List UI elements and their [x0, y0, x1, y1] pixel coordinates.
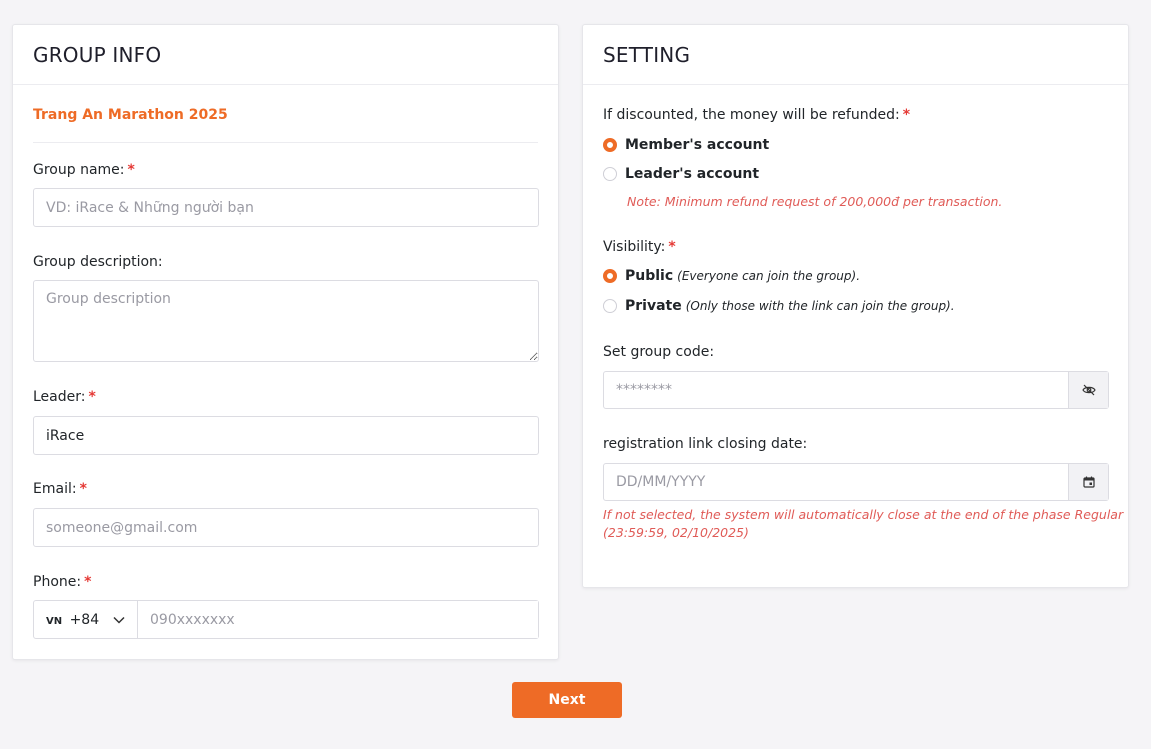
group-name-label: Group name: * — [33, 162, 135, 178]
closing-date-note-line1: If not selected, the system will automat… — [603, 507, 1124, 522]
country-code: +84 — [69, 611, 100, 628]
date-picker-button[interactable] — [1068, 464, 1108, 500]
required-mark: * — [902, 107, 911, 123]
visibility-option-private[interactable]: Private (Only those with the link can jo… — [603, 298, 955, 314]
closing-date-note-line2: (23:59:59, 02/10/2025) — [603, 525, 749, 540]
required-mark: * — [79, 481, 87, 497]
radio-unchecked[interactable] — [603, 167, 617, 181]
chevron-down-icon — [113, 612, 125, 628]
setting-card: SETTING If discounted, the money will be… — [582, 24, 1129, 588]
visibility-label: Visibility: * — [603, 239, 676, 255]
required-mark: * — [668, 239, 676, 255]
refund-label: If discounted, the money will be refunde… — [603, 107, 911, 123]
divider — [33, 142, 538, 143]
group-info-card: GROUP INFO Trang An Marathon 2025 Group … — [12, 24, 559, 660]
radio-checked[interactable] — [603, 269, 617, 283]
group-info-title: GROUP INFO — [33, 42, 162, 67]
group-code-label: Set group code: — [603, 344, 715, 360]
closing-date-label: registration link closing date: — [603, 436, 808, 452]
leader-label: Leader: * — [33, 389, 96, 405]
country-code-select[interactable]: VN +84 — [34, 601, 138, 638]
group-info-header: GROUP INFO — [13, 25, 558, 85]
radio-checked[interactable] — [603, 138, 617, 152]
group-description-label: Group description: — [33, 254, 163, 270]
eye-slash-icon — [1081, 381, 1096, 400]
closing-date-field — [603, 463, 1109, 501]
group-description-textarea[interactable] — [33, 280, 539, 362]
required-mark: * — [127, 162, 135, 178]
setting-header: SETTING — [583, 25, 1128, 85]
email-label: Email: * — [33, 481, 87, 497]
refund-option-member[interactable]: Member's account — [603, 137, 769, 153]
calendar-icon — [1082, 473, 1095, 492]
group-code-input[interactable] — [604, 372, 1068, 408]
country-flag: VN — [46, 615, 63, 627]
required-mark: * — [84, 574, 92, 590]
group-name-input[interactable] — [33, 188, 539, 227]
closing-date-input[interactable] — [604, 464, 1068, 500]
phone-field: VN +84 — [33, 600, 539, 639]
visibility-option-public[interactable]: Public (Everyone can join the group). — [603, 268, 860, 284]
phone-number-input[interactable] — [138, 601, 538, 638]
refund-note: Note: Minimum refund request of 200,000đ… — [627, 194, 1003, 209]
toggle-visibility-button[interactable] — [1068, 372, 1108, 408]
refund-option-leader[interactable]: Leader's account — [603, 166, 759, 182]
setting-title: SETTING — [603, 42, 691, 67]
event-name: Trang An Marathon 2025 — [33, 107, 228, 123]
radio-unchecked[interactable] — [603, 299, 617, 313]
required-mark: * — [88, 389, 96, 405]
group-code-field — [603, 371, 1109, 409]
leader-input[interactable] — [33, 416, 539, 455]
next-button[interactable]: Next — [512, 682, 622, 718]
phone-label: Phone: * — [33, 574, 92, 590]
email-input[interactable] — [33, 508, 539, 547]
